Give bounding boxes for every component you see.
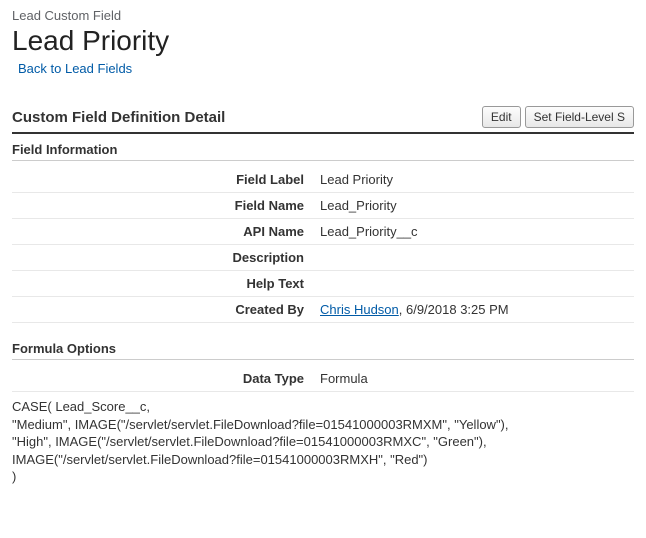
label-data-type: Data Type — [12, 366, 312, 392]
formula-options-section: Formula Options Data Type Formula CASE( … — [12, 341, 634, 486]
label-description: Description — [12, 245, 312, 271]
created-by-date: , 6/9/2018 3:25 PM — [399, 302, 509, 317]
formula-body: CASE( Lead_Score__c, "Medium", IMAGE("/s… — [12, 398, 634, 486]
value-description — [312, 245, 634, 271]
row-data-type: Data Type Formula — [12, 366, 634, 392]
value-data-type: Formula — [312, 366, 634, 392]
row-api-name: API Name Lead_Priority__c — [12, 219, 634, 245]
value-field-label: Lead Priority — [312, 167, 634, 193]
formula-options-table: Data Type Formula — [12, 366, 634, 392]
value-created-by: Chris Hudson, 6/9/2018 3:25 PM — [312, 297, 634, 323]
field-info-table: Field Label Lead Priority Field Name Lea… — [12, 167, 634, 323]
label-help-text: Help Text — [12, 271, 312, 297]
edit-button[interactable]: Edit — [482, 106, 521, 128]
label-field-name: Field Name — [12, 193, 312, 219]
field-information-heading: Field Information — [12, 142, 634, 161]
breadcrumb: Lead Custom Field — [12, 8, 634, 23]
value-api-name: Lead_Priority__c — [312, 219, 634, 245]
value-help-text — [312, 271, 634, 297]
row-created-by: Created By Chris Hudson, 6/9/2018 3:25 P… — [12, 297, 634, 323]
row-description: Description — [12, 245, 634, 271]
page-title: Lead Priority — [12, 25, 634, 57]
label-field-label: Field Label — [12, 167, 312, 193]
row-field-name: Field Name Lead_Priority — [12, 193, 634, 219]
back-to-lead-fields-link[interactable]: Back to Lead Fields — [18, 61, 132, 76]
row-help-text: Help Text — [12, 271, 634, 297]
formula-options-heading: Formula Options — [12, 341, 634, 360]
value-field-name: Lead_Priority — [312, 193, 634, 219]
row-field-label: Field Label Lead Priority — [12, 167, 634, 193]
label-api-name: API Name — [12, 219, 312, 245]
button-group: Edit Set Field-Level S — [482, 106, 634, 128]
set-field-level-security-button[interactable]: Set Field-Level S — [525, 106, 634, 128]
section-title: Custom Field Definition Detail — [12, 109, 225, 126]
section-header-row: Custom Field Definition Detail Edit Set … — [12, 106, 634, 134]
label-created-by: Created By — [12, 297, 312, 323]
created-by-user-link[interactable]: Chris Hudson — [320, 302, 399, 317]
